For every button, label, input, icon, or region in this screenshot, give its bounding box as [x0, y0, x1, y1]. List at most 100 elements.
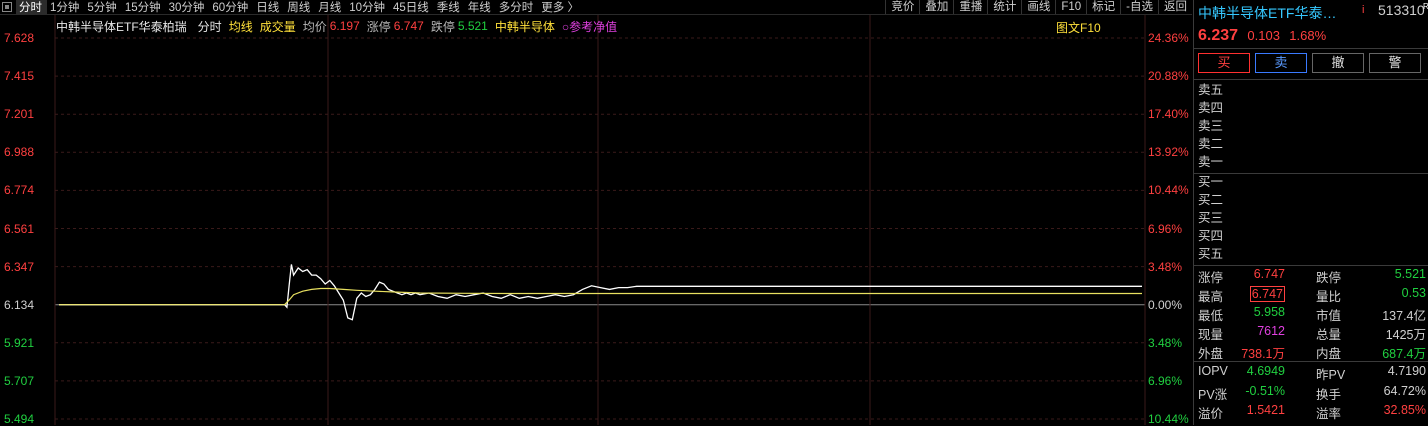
period-tab[interactable]: 多分时	[496, 0, 539, 15]
period-tab[interactable]: 60分钟	[209, 0, 253, 15]
ask-level[interactable]: 卖一	[1198, 154, 1223, 171]
buy-button[interactable]: 买	[1198, 53, 1250, 73]
volume-label[interactable]: 成交量	[260, 18, 296, 35]
stat-value: 738.1万	[1241, 347, 1285, 361]
limit-up-value: 6.747	[393, 19, 424, 33]
chart-tool-button[interactable]: 叠加	[919, 0, 953, 14]
period-tab[interactable]: 年线	[465, 0, 496, 15]
chart-tool-button[interactable]: 返回	[1158, 0, 1192, 14]
security-title[interactable]: 中韩半导体ETF华泰…	[1198, 3, 1336, 23]
chart-tool-button[interactable]: 统计	[987, 0, 1021, 14]
percent-tick-label: 6.96%	[1148, 221, 1183, 236]
price-tick-label: 5.921	[4, 335, 35, 350]
intraday-chart[interactable]	[0, 0, 1192, 425]
period-tabs: 分时 1分钟 5分钟 15分钟 30分钟 60分钟 日线 周线 月线 10分钟 45日线 季线 年线 多分…	[16, 0, 584, 15]
period-tab[interactable]: 30分钟	[166, 0, 210, 15]
stat-value: 64.72%	[1383, 383, 1426, 398]
period-tab[interactable]: 更多 〉	[538, 0, 584, 15]
stat-label: 昨PV	[1316, 368, 1346, 382]
quote-panel: 中韩半导体ETF华泰… i 513310 R 6.237 0.103 1.68%…	[1193, 0, 1428, 425]
price-tick-label: 7.415	[4, 69, 35, 84]
security-code: 513310	[1378, 2, 1425, 18]
stat-value: 32.85%	[1383, 403, 1426, 417]
bid-level[interactable]: 买一	[1198, 174, 1223, 191]
period-tab[interactable]: 月线	[315, 0, 346, 15]
divider	[1194, 79, 1428, 80]
period-tab[interactable]: 45日线	[390, 0, 434, 15]
period-tab[interactable]: 季线	[434, 0, 465, 15]
stat-label: 总量	[1316, 328, 1342, 342]
period-tab[interactable]: 15分钟	[122, 0, 166, 15]
stat-row: PV涨 -0.51% 换手 64.72%	[1194, 383, 1428, 402]
ask-level[interactable]: 卖四	[1198, 100, 1223, 117]
period-tab[interactable]: 日线	[253, 0, 284, 15]
price-change: 0.103	[1247, 28, 1280, 43]
sell-button[interactable]: 卖	[1255, 53, 1307, 73]
chart-tool-button[interactable]: 画线	[1021, 0, 1055, 14]
stat-value: 1425万	[1385, 328, 1426, 342]
stat-row: 外盘 738.1万 内盘 687.4万	[1194, 342, 1428, 361]
chart-tool-button[interactable]: 标记	[1086, 0, 1120, 14]
price-tick-label: 6.134	[4, 297, 35, 312]
stat-value: 6.747	[1253, 267, 1285, 281]
stat-label: 溢率	[1316, 407, 1342, 421]
percent-tick-label: 13.92%	[1148, 145, 1189, 160]
avg-price-value: 6.197	[329, 19, 360, 33]
divider	[1194, 361, 1428, 362]
alert-button[interactable]: 警	[1369, 53, 1421, 73]
nav-overlay-label[interactable]: ○参考净值	[562, 18, 617, 35]
chart-tool-button[interactable]: -自选	[1120, 0, 1158, 14]
window-icon[interactable]	[2, 2, 12, 12]
percent-tick-label: 3.48%	[1148, 335, 1183, 350]
price-tick-label: 5.494	[4, 412, 35, 426]
ask-level[interactable]: 卖三	[1198, 118, 1223, 135]
index-overlay-label[interactable]: 中韩半导体	[495, 18, 555, 35]
stat-label: 溢价	[1198, 407, 1224, 421]
percent-tick-label: 10.44%	[1148, 183, 1189, 198]
last-price: 6.237	[1198, 27, 1239, 44]
percent-tick-label: 0.00%	[1148, 297, 1183, 312]
info-icon[interactable]: i	[1362, 4, 1364, 16]
stat-label: 最低	[1198, 309, 1224, 323]
stat-value: -0.51%	[1245, 383, 1285, 398]
stat-value: 5.958	[1253, 305, 1285, 319]
bid-level[interactable]: 买四	[1198, 228, 1223, 245]
chart-grid	[54, 15, 1146, 425]
chart-tool-button[interactable]: 重播	[953, 0, 987, 14]
price-tick-label: 7.628	[4, 31, 35, 45]
stat-row: IOPV 4.6949 昨PV 4.7190	[1194, 363, 1428, 382]
limit-down-label: 跌停	[430, 19, 455, 34]
percent-tick-label: 17.40%	[1148, 107, 1189, 122]
stat-row: 涨停 6.747 跌停 5.521	[1194, 266, 1428, 285]
stat-label: IOPV	[1198, 364, 1228, 378]
period-tab[interactable]: 5分钟	[84, 0, 121, 15]
quote-line: 6.237 0.103 1.68%	[1198, 27, 1326, 45]
divider	[1194, 173, 1428, 174]
stat-label: PV涨	[1198, 387, 1228, 402]
ask-level[interactable]: 卖二	[1198, 136, 1223, 153]
bid-level[interactable]: 买二	[1198, 192, 1223, 209]
chart-tool-button[interactable]: 竞价	[885, 0, 919, 14]
percent-tick-label: 3.48%	[1148, 259, 1183, 274]
price-change-pct: 1.68%	[1289, 28, 1327, 43]
chart-mode-label[interactable]: 分时	[198, 18, 222, 35]
f10-link[interactable]: 图文F10	[1056, 19, 1101, 36]
limit-down-value: 5.521	[457, 19, 488, 33]
bid-level[interactable]: 买五	[1198, 246, 1223, 263]
avg-line-label[interactable]: 均线	[229, 18, 253, 35]
bid-level[interactable]: 买三	[1198, 210, 1223, 227]
period-tab[interactable]: 周线	[284, 0, 315, 15]
period-tab[interactable]: 10分钟	[346, 0, 390, 15]
stat-value: 5.521	[1394, 267, 1426, 281]
price-tick-label: 6.988	[4, 145, 35, 160]
period-tab[interactable]: 1分钟	[47, 0, 84, 15]
stat-row: 最低 5.958 市值 137.4亿	[1194, 304, 1428, 323]
cancel-order-button[interactable]: 撤	[1312, 53, 1364, 73]
stat-value: 4.7190	[1387, 364, 1426, 378]
stat-label: 现量	[1198, 328, 1224, 342]
period-tab[interactable]: 分时	[16, 0, 47, 15]
chart-tool-button[interactable]: F10	[1055, 0, 1086, 14]
stat-value: 687.4万	[1382, 347, 1426, 361]
ask-level[interactable]: 卖五	[1198, 82, 1223, 99]
stat-label: 涨停	[1198, 271, 1224, 285]
